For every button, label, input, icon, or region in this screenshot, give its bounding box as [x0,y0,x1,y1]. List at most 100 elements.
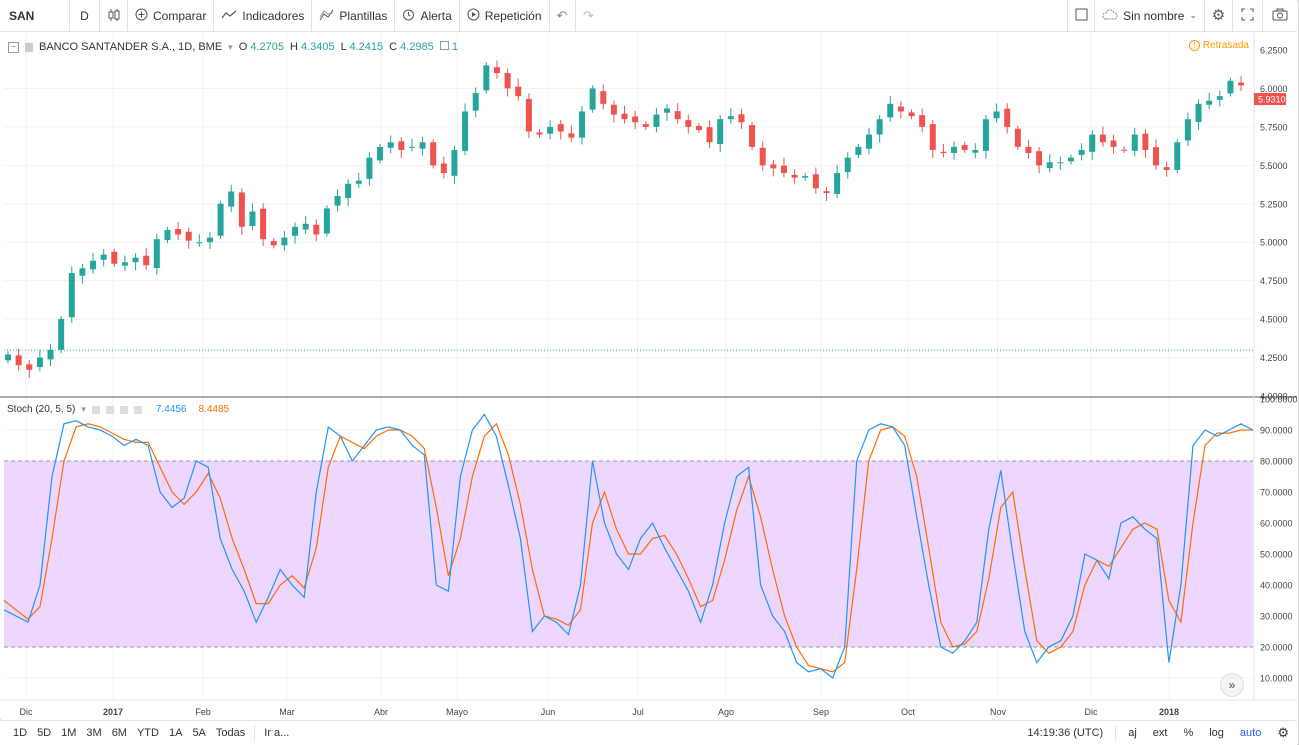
candle-body [440,163,447,174]
candle [58,316,65,353]
percent-scale-toggle[interactable]: % [1175,727,1201,739]
stoch-menu-chevron-icon[interactable]: ▾ [81,404,86,415]
candle-body [834,173,841,194]
interval-button[interactable]: D [70,0,100,31]
candle-body [929,124,936,150]
candle-body [727,116,734,120]
time-tick-label: Mar [279,707,295,717]
chart-type-button[interactable] [100,0,128,31]
maximize-button[interactable] [1233,0,1263,31]
redo-button[interactable]: ↷ [576,0,602,31]
time-tick-label: Nov [990,707,1007,717]
stoch-tick-label: 80.0000 [1260,457,1293,467]
candle-body [313,224,320,235]
candle-body [525,98,532,132]
candle-body [1057,162,1064,164]
log-scale-toggle[interactable]: log [1201,727,1232,739]
range-button-1m[interactable]: 1M [56,727,81,739]
stoch-remove-icon[interactable] [133,405,142,414]
studies-badge[interactable]: 1 [439,41,458,53]
candle-body [504,73,511,89]
range-button-ytd[interactable]: YTD [132,727,164,739]
studies-icon [439,41,449,50]
candle-body [887,103,894,118]
candle-body [196,242,203,244]
clock-label[interactable]: 14:19:36 (UTC) [1019,727,1111,739]
symbol-logo-icon [25,42,33,52]
candle-body [260,208,267,240]
candle-body [632,116,639,123]
candle-body [5,354,11,361]
layout-save-button[interactable]: Sin nombre ⌄ [1095,0,1205,31]
candle-body [536,132,543,135]
range-button-3m[interactable]: 3M [81,727,106,739]
candle-body [780,165,787,174]
candle-body [547,126,554,134]
range-button-6m[interactable]: 6M [107,727,132,739]
goto-date-button[interactable]: Ir a... [259,727,294,739]
time-tick-label: Oct [901,707,916,717]
candle-body [568,133,575,138]
replay-button[interactable]: Repetición [460,0,550,31]
symbol-search-button[interactable]: SAN [0,0,70,31]
stoch-settings-icon[interactable] [91,405,100,414]
candle-body [823,191,830,194]
range-buttons: 1D 5D 1M 3M 6M YTD 1A 5A Todas [0,727,250,739]
snapshot-button[interactable] [1263,0,1297,31]
fullscreen-toggle-button[interactable] [1067,0,1096,31]
chart-settings-gear-icon[interactable]: ⚙ [1269,725,1297,741]
series-title: BANCO SANTANDER S.A., 1D, BME [39,41,223,53]
candle-body [1131,134,1138,151]
candle-body [153,239,160,269]
range-button-todas[interactable]: Todas [211,727,250,739]
gear-icon: ⚙ [1211,7,1226,24]
candle-body [1110,140,1117,147]
undo-button[interactable]: ↶ [550,0,576,31]
layout-name-label: Sin nombre [1123,8,1185,23]
templates-button[interactable]: Plantillas [312,0,396,31]
candle-body [557,124,564,132]
range-button-5a[interactable]: 5A [187,727,210,739]
candle-body [1067,157,1074,162]
range-button-1d[interactable]: 1D [8,727,32,739]
range-button-5d[interactable]: 5D [32,727,56,739]
candle-body [1004,108,1011,127]
chart-area[interactable]: 6.2500 6.0000 5.7500 5.5000 5.2500 5.0000 4.75… [0,32,1297,719]
auto-scale-toggle[interactable]: auto [1232,727,1269,739]
compare-button[interactable]: Comparar [128,0,215,31]
candle [68,266,75,323]
stoch-add-icon[interactable] [119,405,128,414]
candle-body [589,88,596,110]
top-toolbar: SAN D Comparar Indicadores Plantillas Al… [0,0,1297,32]
indicators-button[interactable]: Indicadores [214,0,313,31]
series-menu-chevron-icon[interactable]: ▾ [228,42,233,53]
candle-body [1025,146,1032,154]
candle-body [951,146,958,154]
candle-body [430,142,437,166]
price-tick-label: 6.0000 [1260,84,1288,94]
adjust-toggle[interactable]: aj [1120,727,1145,739]
extended-hours-toggle[interactable]: ext [1145,727,1176,739]
templates-label: Plantillas [339,8,388,23]
delayed-status[interactable]: ! Retrasada [1188,40,1249,51]
candle-body [228,191,235,207]
stoch-tick-label: 90.0000 [1260,426,1293,436]
templates-icon [319,9,334,23]
alert-button[interactable]: Alerta [395,0,460,31]
candle [217,200,224,239]
stoch-visibility-icon[interactable] [105,405,114,414]
settings-button[interactable]: ⚙ [1205,0,1233,31]
indicators-icon [221,9,237,22]
price-tick-label: 5.2500 [1260,199,1288,209]
range-button-1a[interactable]: 1A [164,727,187,739]
candle-body [79,268,86,276]
candle-body [323,208,330,234]
collapse-icon[interactable]: − [8,41,19,53]
candle-body [738,114,745,123]
replay-label: Repetición [484,8,542,23]
scroll-to-realtime-button[interactable]: » [1220,673,1244,697]
candle-body [111,251,118,264]
candle-body [366,157,373,179]
time-tick-label: Abr [374,707,388,717]
stoch-k-value: 7.4456 [155,404,187,415]
